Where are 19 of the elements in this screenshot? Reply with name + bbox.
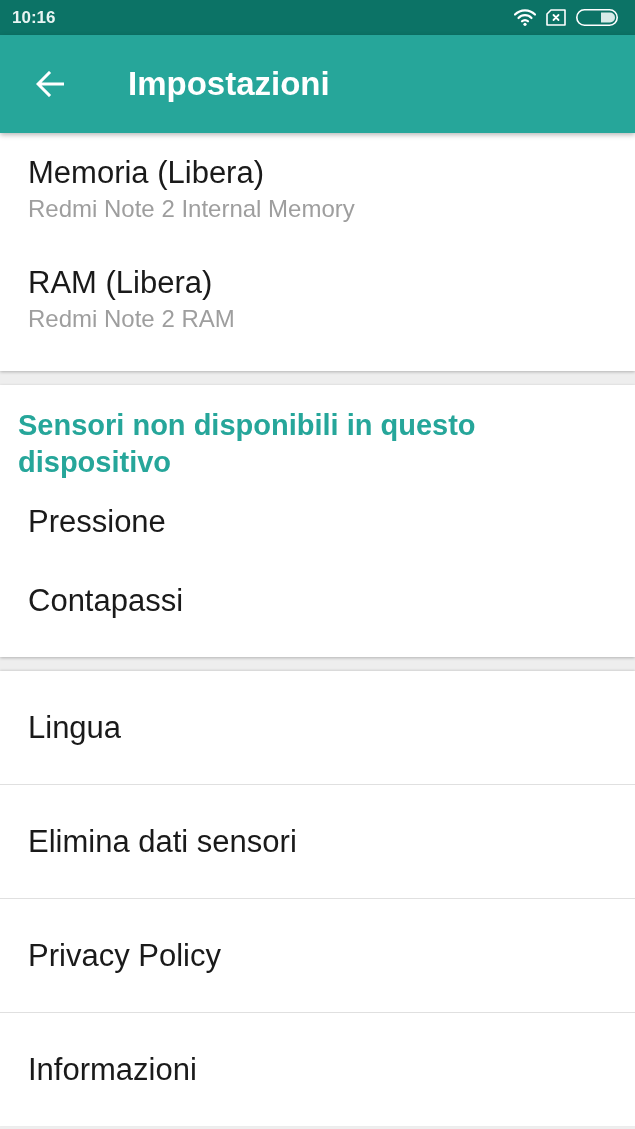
item-title: RAM (Libera) — [28, 265, 213, 301]
settings-item[interactable]: Memoria (Libera) Redmi Note 2 Internal Memory — [0, 135, 635, 245]
sim-card-icon — [546, 9, 566, 26]
settings-item[interactable]: Pressione — [0, 483, 635, 562]
screen-title: Impostazioni — [128, 64, 330, 104]
battery-icon — [576, 9, 618, 26]
back-arrow-icon — [36, 71, 64, 97]
settings-item[interactable]: RAM (Libera) Redmi Note 2 RAM — [0, 245, 635, 355]
settings-item[interactable]: Informazioni — [0, 1013, 635, 1126]
status-time: 10:16 — [12, 7, 56, 28]
settings-item[interactable]: Privacy Policy — [0, 899, 635, 1013]
item-summary: Redmi Note 2 RAM — [28, 304, 235, 334]
settings-item[interactable]: Contapassi — [0, 562, 635, 641]
item-title: Memoria (Libera) — [28, 155, 264, 191]
settings-item[interactable]: Lingua — [0, 671, 635, 785]
settings-item[interactable]: Elimina dati sensori — [0, 785, 635, 899]
wifi-icon — [514, 9, 536, 26]
section-header: Sensori non disponibili in questo dispositivo — [17, 408, 477, 480]
item-summary: Redmi Note 2 Internal Memory — [28, 194, 355, 224]
